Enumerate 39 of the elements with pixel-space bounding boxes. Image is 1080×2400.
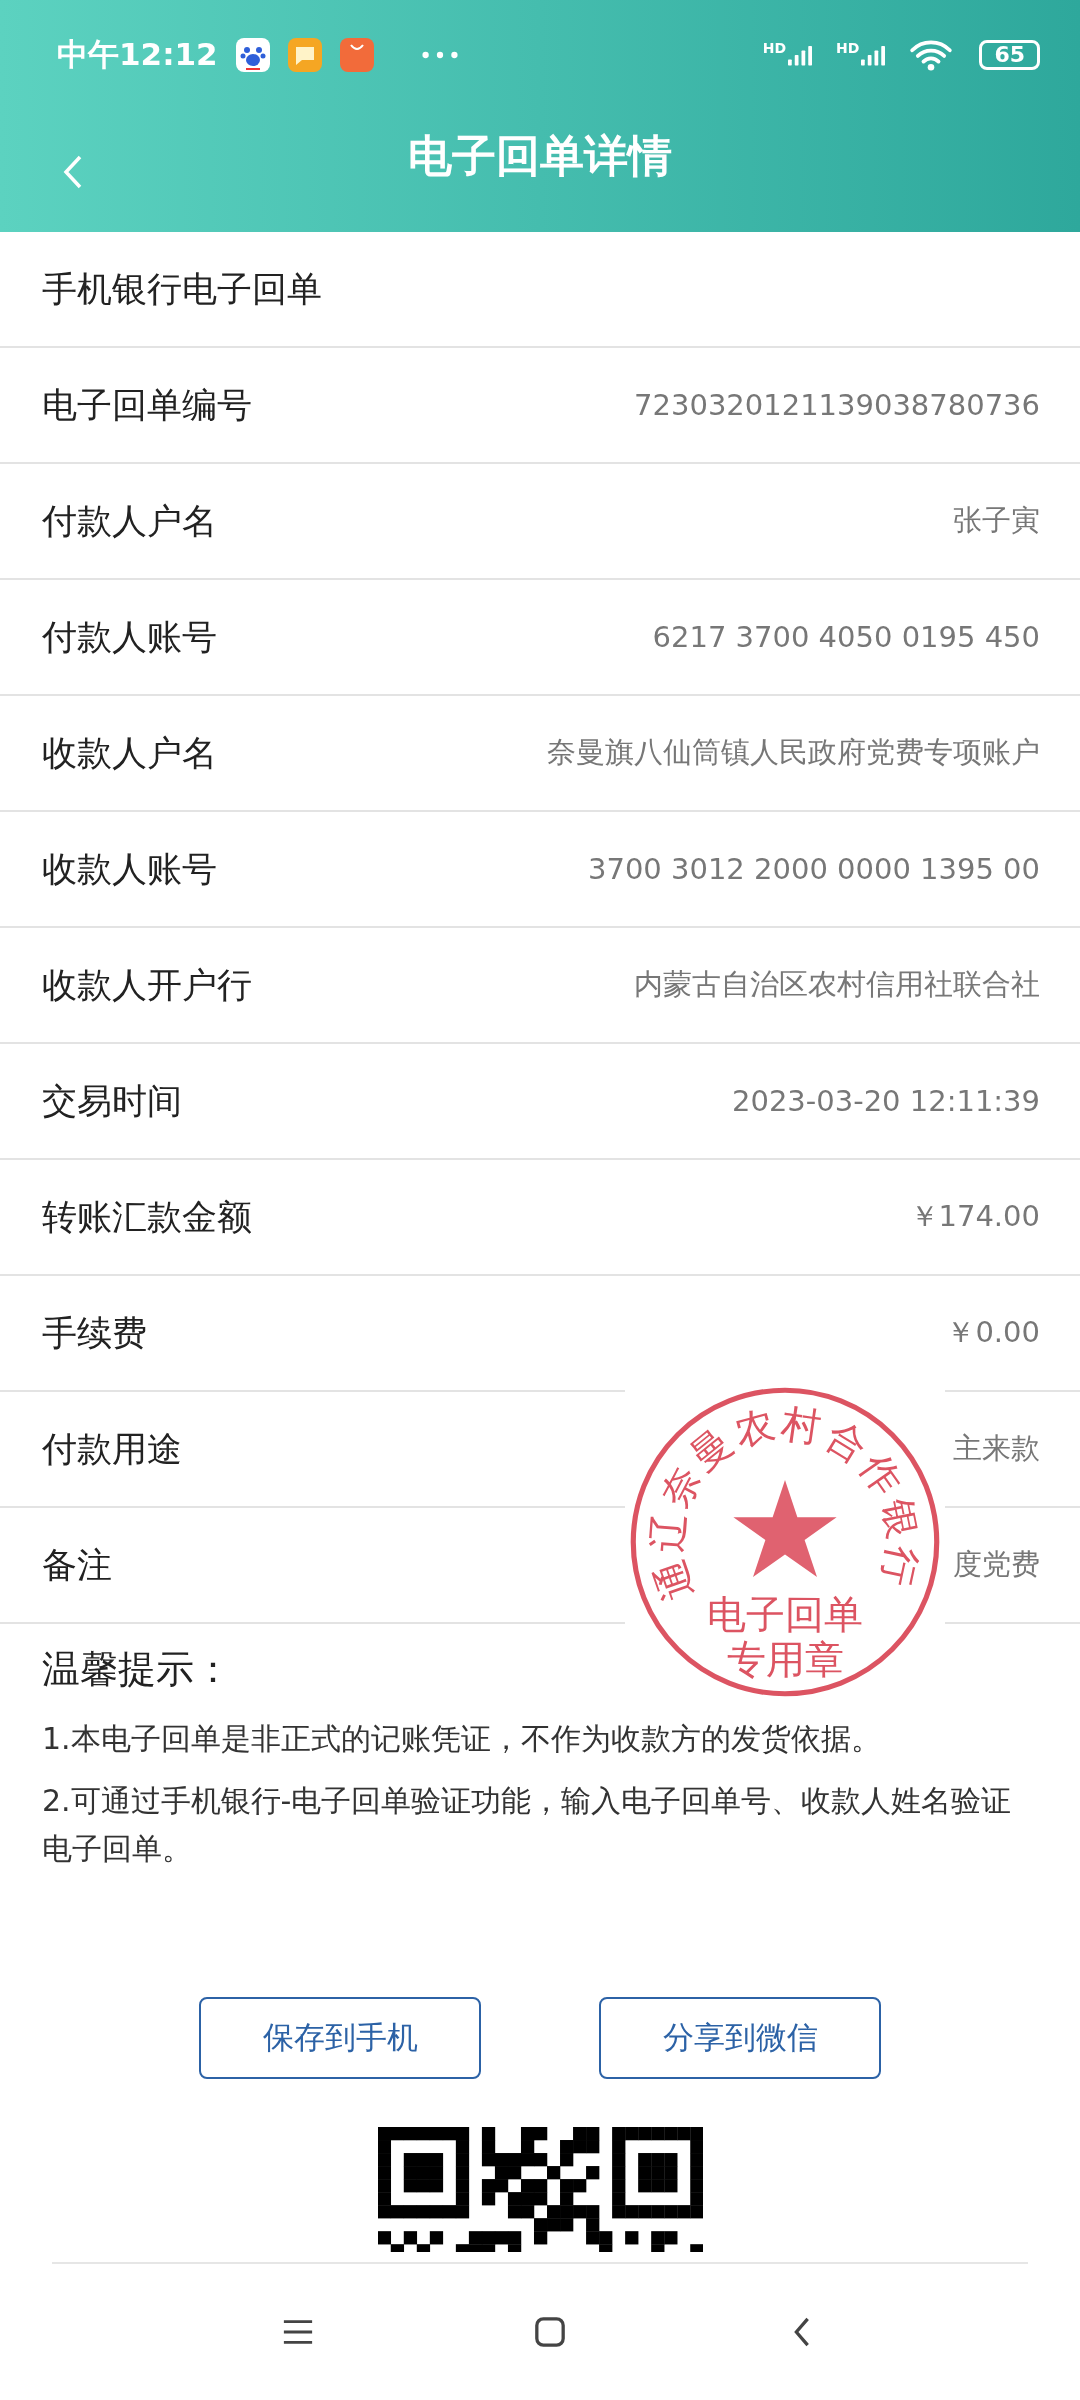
field-value: 张子寅 — [953, 502, 1040, 539]
more-icon — [421, 51, 458, 59]
field-label: 付款用途 — [42, 1427, 182, 1471]
tip-text: 1.本电子回单是非正式的记账凭证，不作为收款方的发货依据。 — [42, 1720, 882, 1758]
page-title: 电子回单详情 — [408, 128, 672, 183]
field-value: ￥174.00 — [909, 1198, 1040, 1235]
status-time: 中午12:12 — [57, 35, 218, 74]
field-label: 电子回单编号 — [42, 383, 252, 427]
field-value: 6217 3700 4050 0195 450 — [652, 620, 1040, 654]
field-value: 7230320121139038780736 — [634, 388, 1040, 422]
paw-app-icon — [235, 38, 270, 72]
field-value: 内蒙古自治区农村信用社联合社 — [634, 966, 1040, 1003]
battery-level: 65 — [979, 40, 1040, 70]
tip-text: 2.可通过手机银行-电子回单验证功能，输入电子回单号、收款人姓名验证电子回单。 — [42, 1782, 1013, 1868]
shopping-bag-app-icon — [339, 38, 374, 72]
home-icon[interactable] — [534, 2316, 566, 2348]
field-label: 收款人账号 — [42, 847, 217, 891]
field-label: 手续费 — [42, 1311, 147, 1355]
save-button[interactable]: 保存到手机 — [199, 1997, 481, 2079]
field-label: 付款人户名 — [42, 499, 217, 543]
field-label: 付款人账号 — [42, 615, 217, 659]
field-label: 收款人户名 — [42, 731, 217, 775]
tips-heading: 温馨提示： — [42, 1646, 232, 1693]
message-app-icon — [287, 38, 322, 72]
network-type-label: HD — [836, 40, 860, 56]
receipt-title: 手机银行电子回单 — [42, 267, 322, 311]
field-value: 3700 3012 2000 0000 1395 00 — [588, 852, 1040, 886]
field-value: 主来款 — [953, 1430, 1040, 1467]
field-label: 备注 — [42, 1543, 112, 1587]
field-label: 交易时间 — [42, 1079, 182, 1123]
field-value: 度党费 — [953, 1546, 1040, 1583]
share-button[interactable]: 分享到微信 — [599, 1997, 881, 2079]
network-type-label: HD — [762, 40, 787, 56]
field-value: 奈曼旗八仙筒镇人民政府党费专项账户 — [547, 734, 1040, 771]
field-value: ￥0.00 — [946, 1314, 1040, 1351]
field-value: 2023-03-20 12:11:39 — [732, 1084, 1040, 1118]
field-label: 收款人开户行 — [42, 963, 252, 1007]
field-label: 转账汇款金额 — [42, 1195, 252, 1239]
wifi-icon — [909, 39, 954, 71]
